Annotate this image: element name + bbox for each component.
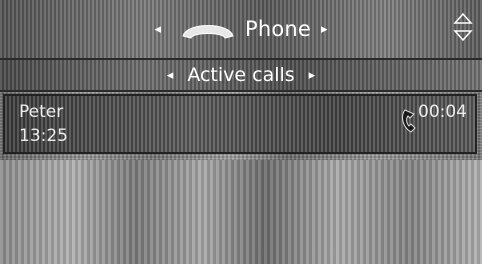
call-duration: 00:04 xyxy=(418,102,467,122)
handset-icon xyxy=(182,25,234,39)
next-tab-arrow[interactable]: ▸ xyxy=(309,69,316,82)
empty-list-area xyxy=(0,160,482,264)
scroll-indicator-icon xyxy=(453,12,473,42)
call-start-time: 13:25 xyxy=(19,126,68,146)
prev-tab-arrow[interactable]: ◂ xyxy=(167,69,174,82)
title-bar: ◂ Phone ▸ xyxy=(0,0,482,60)
next-app-arrow[interactable]: ▸ xyxy=(321,23,328,36)
tab-active-calls[interactable]: Active calls xyxy=(187,64,294,86)
phone-screen: ◂ Phone ▸ ◂ Active calls ▸ Peter 13:25 0… xyxy=(0,0,482,264)
caller-name: Peter xyxy=(19,102,64,122)
prev-app-arrow[interactable]: ◂ xyxy=(154,23,161,36)
active-call-item[interactable]: Peter 13:25 00:04 xyxy=(3,94,477,154)
app-title: Phone xyxy=(244,17,312,41)
tab-bar: ◂ Active calls ▸ xyxy=(0,60,482,92)
